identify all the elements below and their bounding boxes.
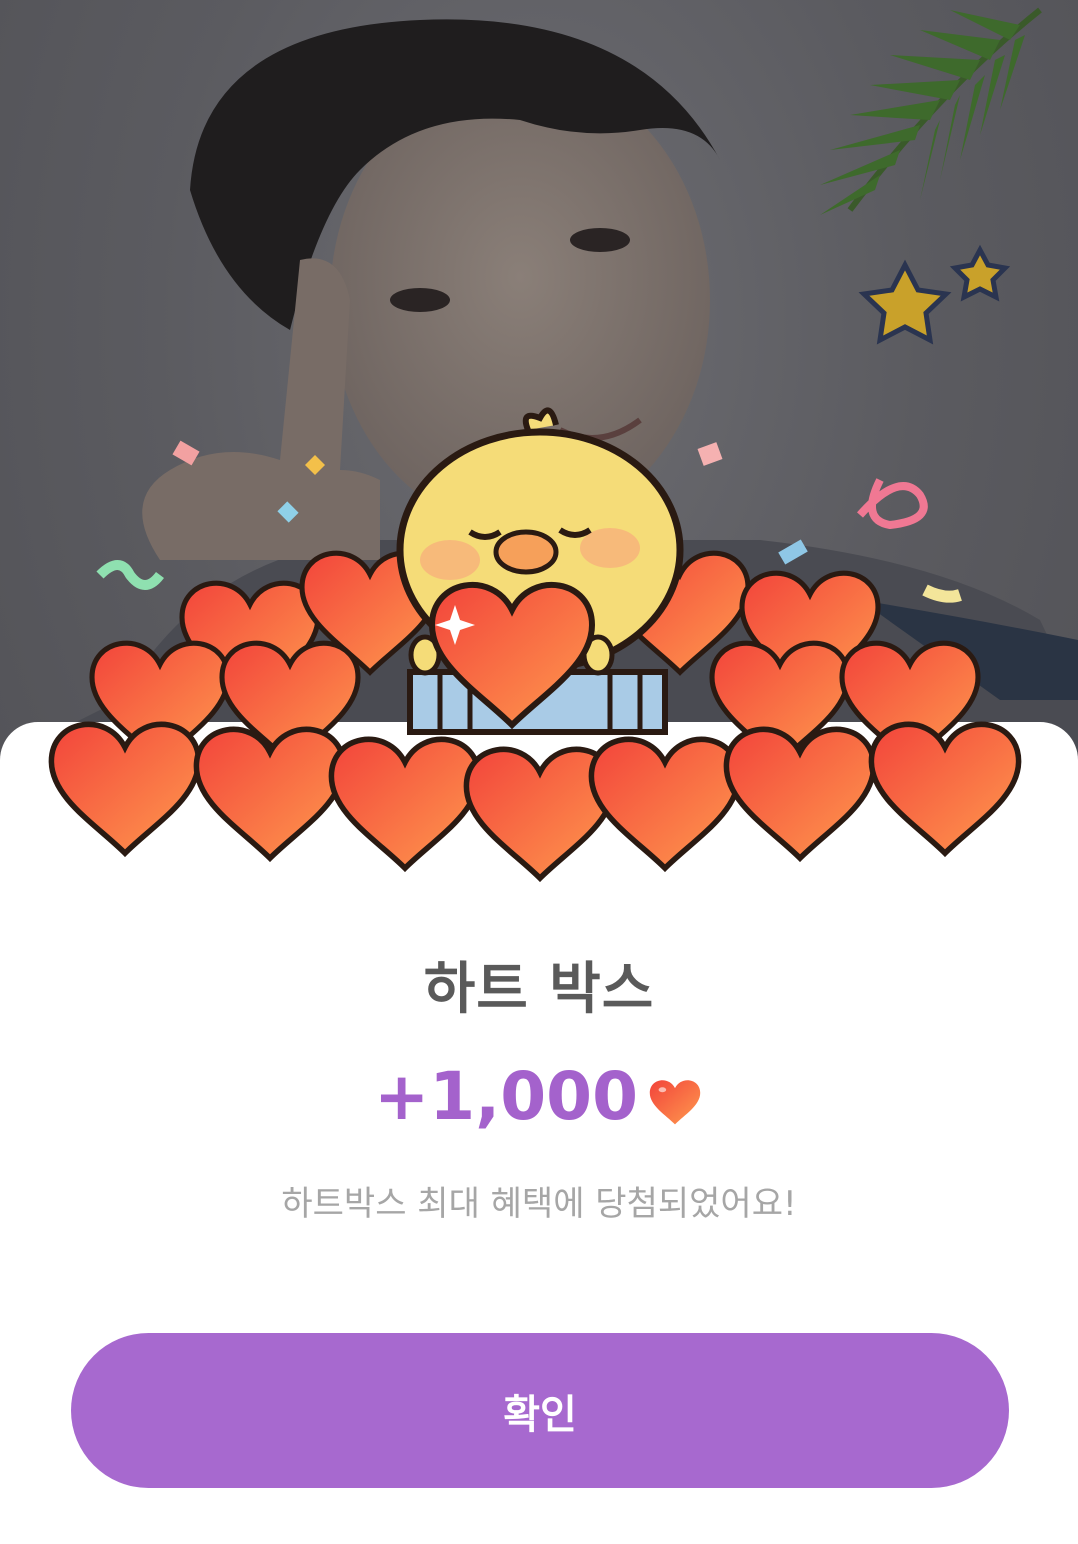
palm-leaf-icon <box>820 7 1042 215</box>
confirm-button[interactable]: 확인 <box>71 1333 1009 1488</box>
confirm-button-label: 확인 <box>503 1391 577 1438</box>
reward-amount: +1,000 <box>373 1058 639 1135</box>
reward-message: 하트박스 최대 혜택에 당첨되었어요! <box>281 1184 797 1224</box>
star-icon <box>858 244 1011 345</box>
reward-amount-row: +1,000 <box>0 1058 1078 1135</box>
dialog-title: 하트 박스 <box>423 957 655 1022</box>
heart-icon <box>649 1079 701 1124</box>
